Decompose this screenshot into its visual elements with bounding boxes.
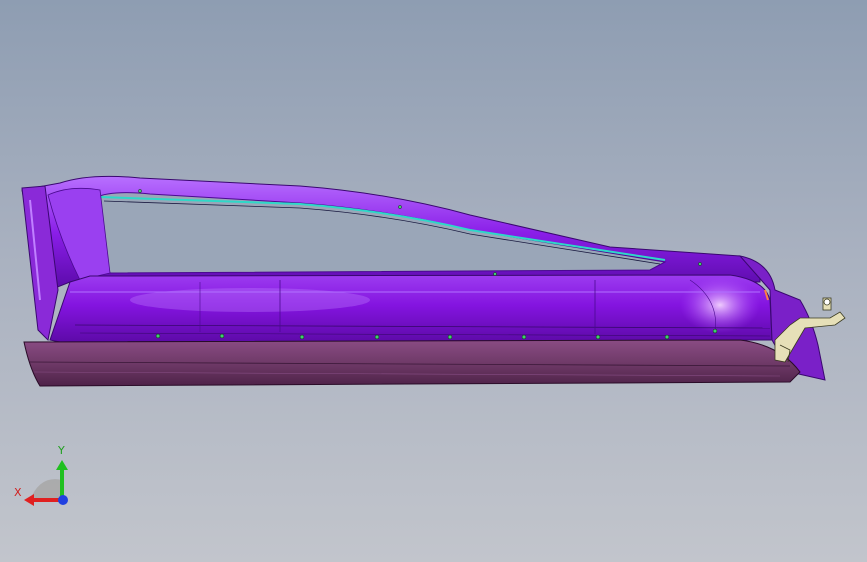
cad-viewport[interactable]: Y X [0,0,867,562]
x-axis-label: X [14,486,22,499]
axis-triad: Y X [14,444,68,506]
door-model-render[interactable] [0,0,867,562]
z-axis [58,495,68,505]
door-panel [49,274,773,343]
panel-highlight [680,277,760,333]
y-axis-label: Y [57,444,65,457]
sill-trim [23,339,801,387]
